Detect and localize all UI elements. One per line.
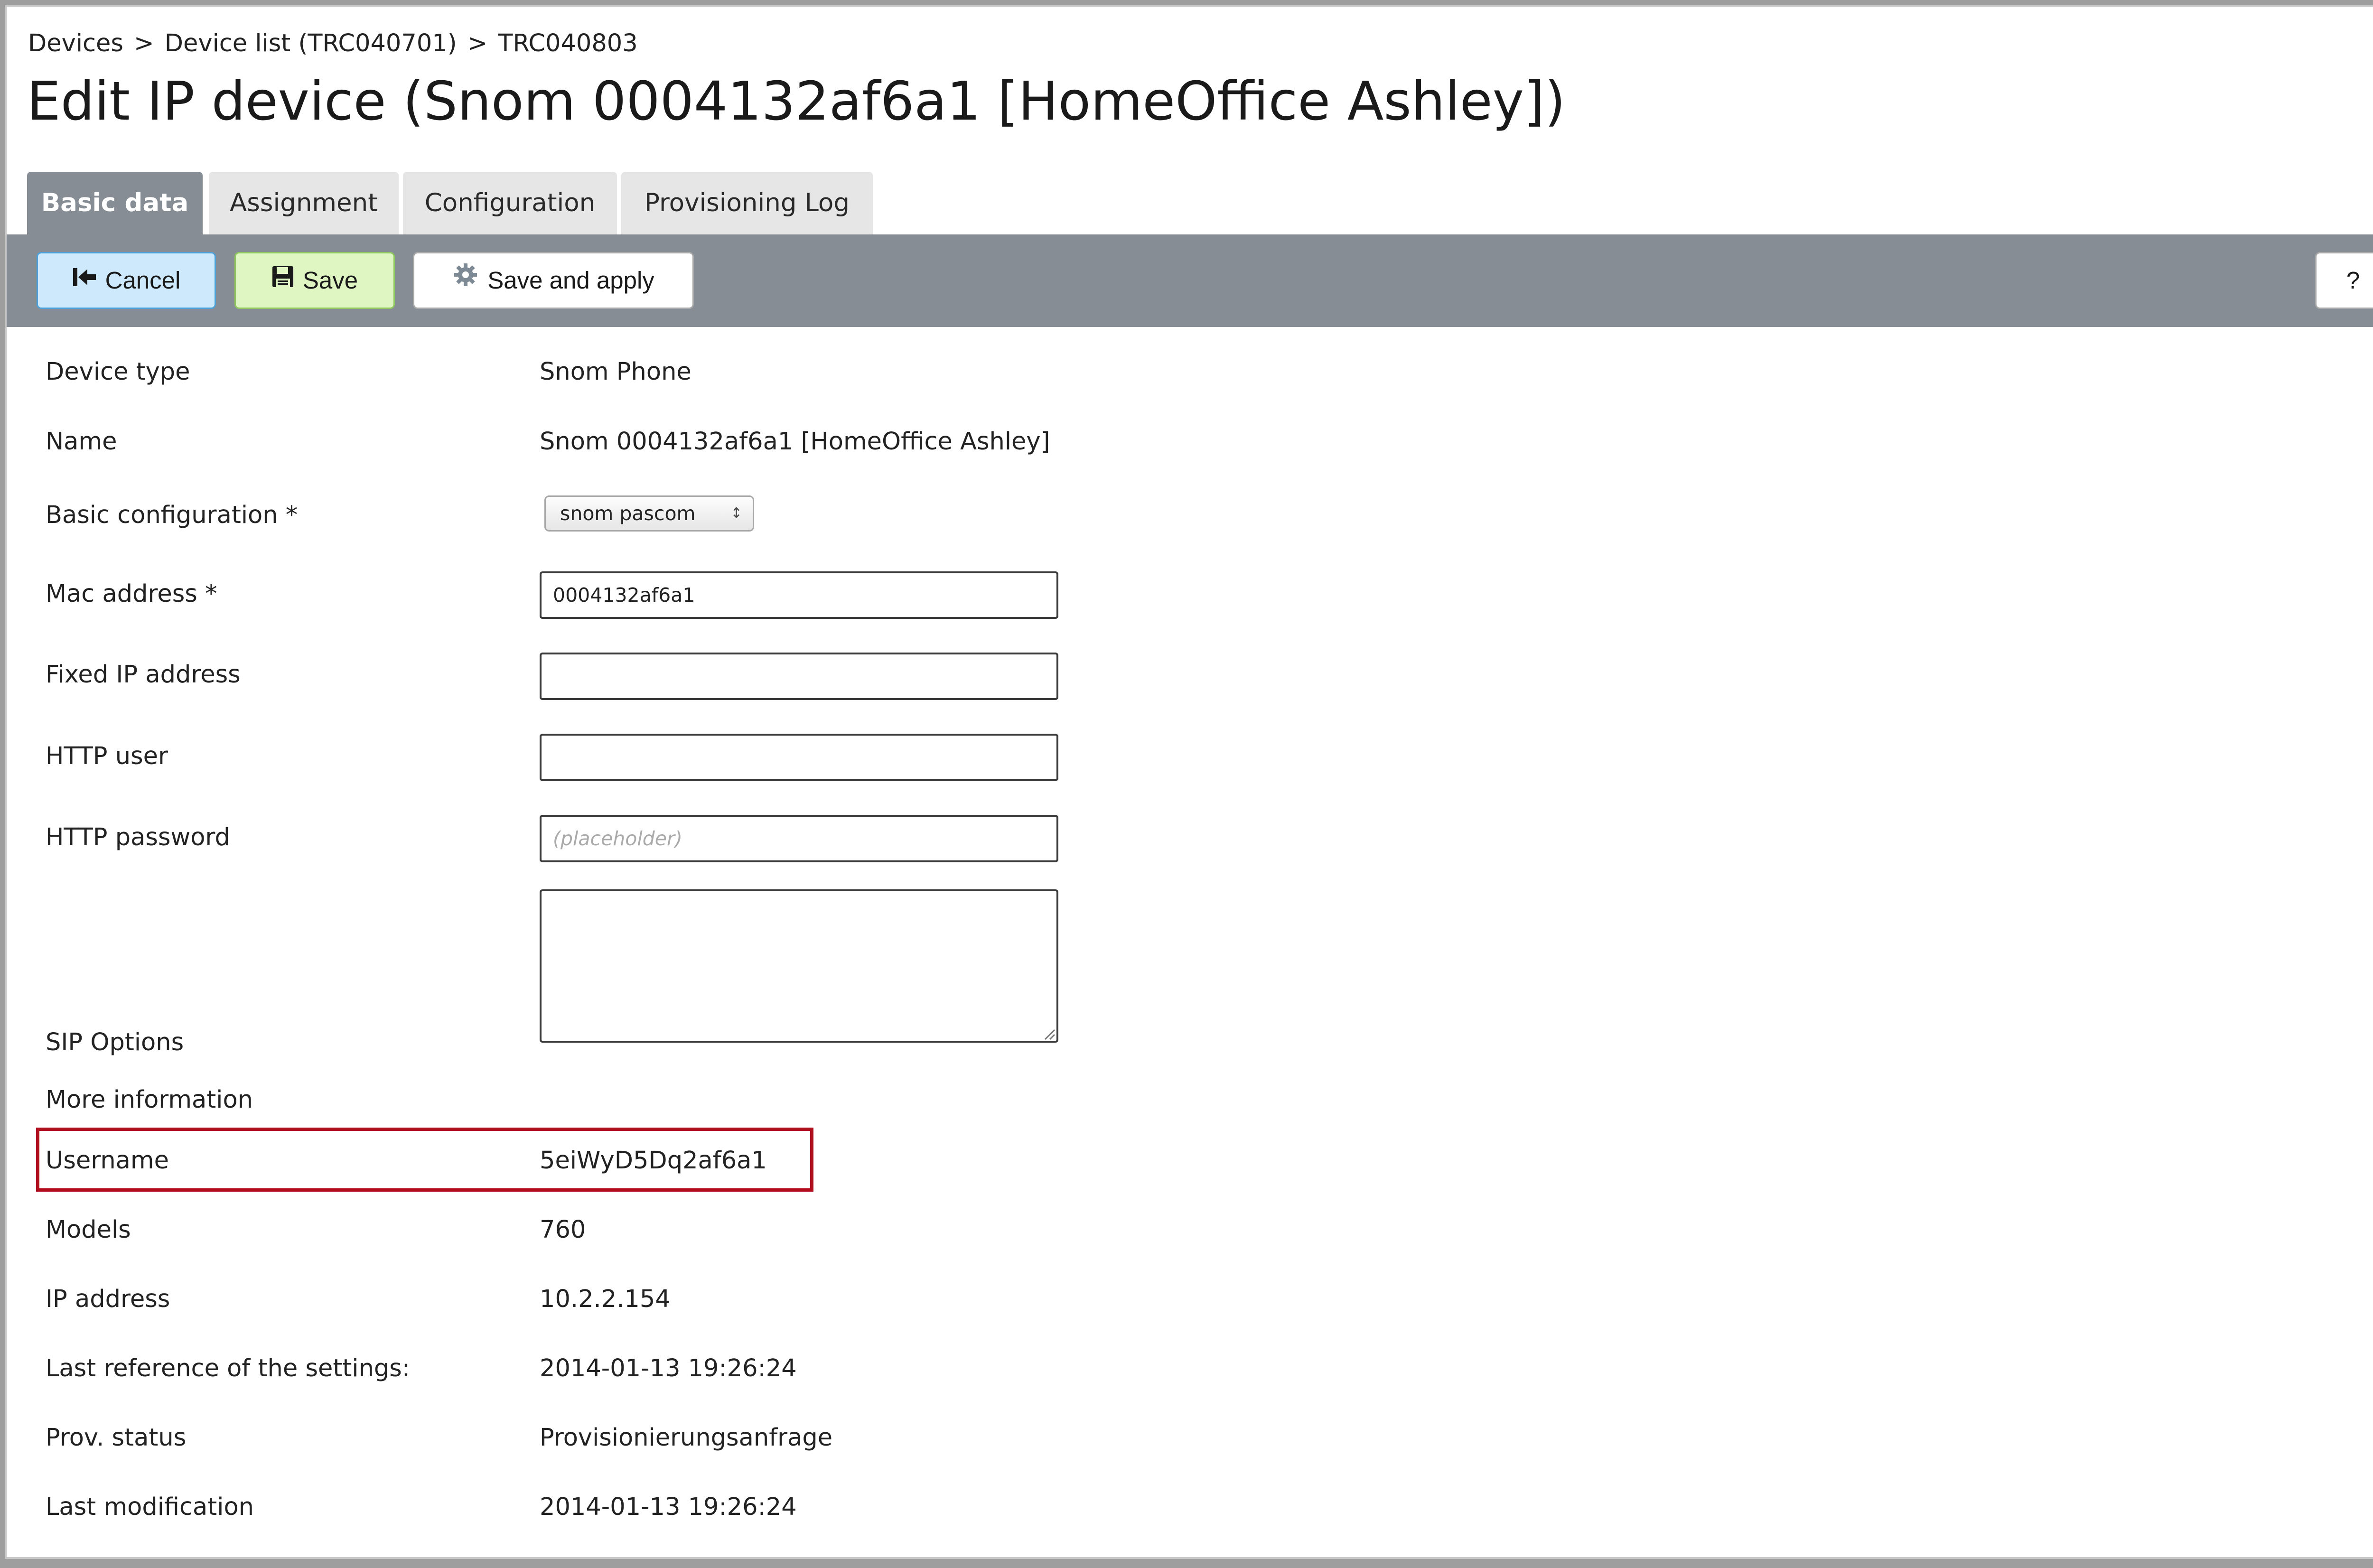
save-and-apply-button[interactable]: Save and apply [413,252,694,309]
device-edit-window: Devices > Device list (TRC040701) > TRC04080… [5,5,2373,1559]
last-reference-label: Last reference of the settings: [46,1354,411,1382]
breadcrumb-devices[interactable]: Devices [28,29,123,57]
device-type-label: Device type [46,358,190,386]
basic-configuration-select[interactable]: snom pascom ↕ [544,495,754,532]
http-password-input[interactable]: (placeholder) [540,815,1058,862]
breadcrumb-device-list[interactable]: Device list (TRC040701) [165,29,457,57]
breadcrumb-separator: > [467,29,488,57]
http-user-label: HTTP user [46,742,168,770]
breadcrumb-separator: > [134,29,154,57]
select-arrows-icon: ↕ [730,505,742,522]
models-value: 760 [540,1216,586,1244]
mac-address-label: Mac address * [46,580,217,608]
fixed-ip-label: Fixed IP address [46,661,241,689]
username-value: 5eiWyD5Dq2af6a1 [540,1147,767,1175]
save-and-apply-label: Save and apply [487,267,654,294]
tab-provisioning-log[interactable]: Provisioning Log [621,172,873,234]
resize-grip-icon[interactable] [1041,1026,1056,1042]
username-label: Username [46,1147,169,1175]
tab-basic-data[interactable]: Basic data [27,172,203,234]
http-password-label: HTTP password [46,823,230,851]
toolbar: Cancel Save Save and apply ? [7,234,2373,327]
sip-options-textarea[interactable] [540,889,1058,1043]
basic-configuration-label: Basic configuration * [46,501,298,529]
gear-icon [452,253,479,307]
breadcrumb-current: TRC040803 [498,29,638,57]
prov-status-label: Prov. status [46,1424,187,1452]
help-button[interactable]: ? [2315,252,2373,309]
mac-address-input[interactable]: 0004132af6a1 [540,571,1058,619]
last-reference-value: 2014-01-13 19:26:24 [540,1354,797,1382]
last-modification-value: 2014-01-13 19:26:24 [540,1493,797,1521]
ip-address-value: 10.2.2.154 [540,1285,671,1313]
floppy-disk-icon [271,253,294,307]
tab-configuration[interactable]: Configuration [403,172,617,234]
page-title: Edit IP device (Snom 0004132af6a1 [HomeO… [27,71,1566,132]
last-modification-label: Last modification [46,1493,254,1521]
sip-options-label: SIP Options [46,1028,184,1056]
fixed-ip-input[interactable] [540,653,1058,700]
prov-status-value: Provisionierungsanfrage [540,1424,833,1452]
breadcrumb: Devices > Device list (TRC040701) > TRC04080… [28,29,638,57]
name-value: Snom 0004132af6a1 [HomeOffice Ashley] [540,428,1050,456]
name-label: Name [46,428,117,456]
tab-assignment[interactable]: Assignment [209,172,399,234]
models-label: Models [46,1216,131,1244]
basic-configuration-selected: snom pascom [560,502,696,525]
device-type-value: Snom Phone [540,358,691,386]
cancel-label: Cancel [105,267,181,294]
ip-address-label: IP address [46,1285,170,1313]
back-arrow-icon [72,253,97,307]
cancel-button[interactable]: Cancel [37,252,216,309]
http-user-input[interactable] [540,734,1058,781]
more-information-heading: More information [46,1086,253,1114]
save-label: Save [302,267,358,294]
save-button[interactable]: Save [234,252,395,309]
